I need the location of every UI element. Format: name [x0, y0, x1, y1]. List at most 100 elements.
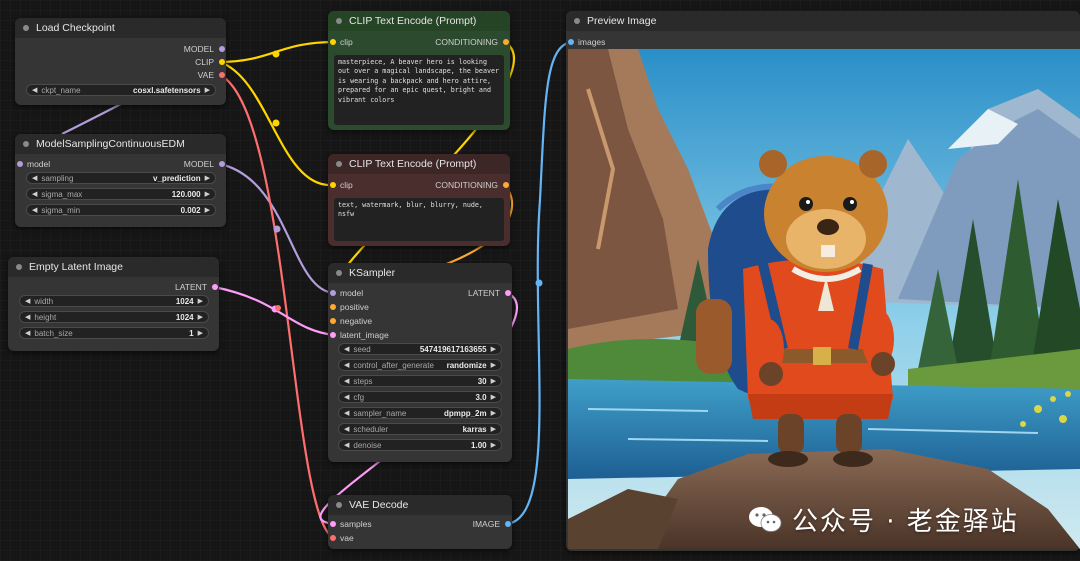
node-title-bar[interactable]: KSampler: [328, 263, 512, 283]
arrow-right-icon[interactable]: ▶: [205, 190, 210, 198]
arrow-right-icon[interactable]: ▶: [198, 297, 203, 305]
node-model-sampling[interactable]: ModelSamplingContinuousEDM model MODEL ◀…: [15, 134, 226, 227]
output-latent[interactable]: LATENT: [468, 287, 512, 299]
input-pin-icon[interactable]: [17, 161, 23, 167]
arrow-right-icon[interactable]: ▶: [491, 377, 496, 385]
output-pin-icon[interactable]: [219, 161, 225, 167]
negative-prompt-textarea[interactable]: text, watermark, blur, blurry, nude, nsf…: [334, 198, 504, 241]
node-vae-decode[interactable]: VAE Decode samples IMAGE vae: [328, 495, 512, 549]
scheduler-select[interactable]: ◀ scheduler karras ▶: [338, 423, 502, 435]
node-title-bar[interactable]: CLIP Text Encode (Prompt): [328, 11, 510, 31]
node-clip-text-encode-negative[interactable]: CLIP Text Encode (Prompt) clip CONDITION…: [328, 154, 510, 246]
sigma-max-field[interactable]: ◀ sigma_max 120.000 ▶: [26, 188, 216, 200]
arrow-right-icon[interactable]: ▶: [491, 409, 496, 417]
input-pin-icon[interactable]: [330, 332, 336, 338]
node-empty-latent-image[interactable]: Empty Latent Image LATENT ◀ width 1024 ▶…: [8, 257, 219, 351]
input-clip[interactable]: clip: [328, 36, 353, 48]
arrow-right-icon[interactable]: ▶: [491, 425, 496, 433]
sampler-name-select[interactable]: ◀ sampler_name dpmpp_2m ▶: [338, 407, 502, 419]
arrow-right-icon[interactable]: ▶: [491, 393, 496, 401]
input-pin-icon[interactable]: [330, 39, 336, 45]
arrow-right-icon[interactable]: ▶: [491, 345, 496, 353]
control-after-generate-select[interactable]: ◀ control_after_generate randomize ▶: [338, 359, 502, 371]
node-load-checkpoint[interactable]: Load Checkpoint MODEL CLIP VAE ◀ ckpt_na…: [15, 18, 226, 105]
widget-label: height: [34, 312, 57, 322]
output-pin-icon[interactable]: [219, 72, 225, 78]
input-pin-icon[interactable]: [330, 318, 336, 324]
output-pin-icon[interactable]: [505, 521, 511, 527]
output-vae[interactable]: VAE: [198, 69, 226, 81]
ckpt-name-select[interactable]: ◀ ckpt_name cosxl.safetensors ▶: [26, 84, 216, 96]
arrow-right-icon[interactable]: ▶: [491, 361, 496, 369]
output-latent[interactable]: LATENT: [175, 281, 219, 293]
collapse-dot-icon[interactable]: [574, 18, 580, 24]
widget-label: sigma_max: [41, 189, 83, 199]
prompt-textarea[interactable]: masterpiece, A beaver hero is looking ou…: [334, 55, 504, 125]
widget-value: 120.000: [171, 189, 201, 199]
collapse-dot-icon[interactable]: [336, 502, 342, 508]
widget-label: denoise: [353, 440, 382, 450]
arrow-right-icon[interactable]: ▶: [198, 313, 203, 321]
output-conditioning[interactable]: CONDITIONING: [435, 179, 510, 191]
output-clip[interactable]: CLIP: [195, 56, 226, 68]
node-title-bar[interactable]: Empty Latent Image: [8, 257, 219, 277]
collapse-dot-icon[interactable]: [23, 25, 29, 31]
collapse-dot-icon[interactable]: [336, 161, 342, 167]
input-vae[interactable]: vae: [328, 532, 354, 544]
input-pin-icon[interactable]: [330, 535, 336, 541]
width-field[interactable]: ◀ width 1024 ▶: [19, 295, 209, 307]
sigma-min-field[interactable]: ◀ sigma_min 0.002 ▶: [26, 204, 216, 216]
steps-field[interactable]: ◀ steps 30 ▶: [338, 375, 502, 387]
arrow-right-icon[interactable]: ▶: [205, 174, 210, 182]
output-pin-icon[interactable]: [219, 59, 225, 65]
input-pin-icon[interactable]: [330, 182, 336, 188]
input-clip[interactable]: clip: [328, 179, 353, 191]
input-pin-icon[interactable]: [330, 290, 336, 296]
arrow-right-icon[interactable]: ▶: [198, 329, 203, 337]
output-pin-icon[interactable]: [212, 284, 218, 290]
node-title-bar[interactable]: ModelSamplingContinuousEDM: [15, 134, 226, 154]
input-images[interactable]: images: [566, 36, 605, 48]
output-pin-icon[interactable]: [503, 182, 509, 188]
arrow-right-icon[interactable]: ▶: [205, 206, 210, 214]
node-ksampler[interactable]: KSampler model LATENT positive negative …: [328, 263, 512, 462]
collapse-dot-icon[interactable]: [336, 18, 342, 24]
cfg-field[interactable]: ◀ cfg 3.0 ▶: [338, 391, 502, 403]
collapse-dot-icon[interactable]: [23, 141, 29, 147]
input-pin-icon[interactable]: [330, 304, 336, 310]
arrow-right-icon[interactable]: ▶: [205, 86, 210, 94]
node-title: CLIP Text Encode (Prompt): [349, 15, 477, 27]
output-image[interactable]: IMAGE: [473, 518, 512, 530]
arrow-right-icon[interactable]: ▶: [491, 441, 496, 449]
output-model[interactable]: MODEL: [184, 158, 226, 170]
node-title-bar[interactable]: Load Checkpoint: [15, 18, 226, 38]
output-pin-icon[interactable]: [505, 290, 511, 296]
slot-label: CLIP: [195, 57, 214, 67]
sampling-select[interactable]: ◀ sampling v_prediction ▶: [26, 172, 216, 184]
node-clip-text-encode-positive[interactable]: CLIP Text Encode (Prompt) clip CONDITION…: [328, 11, 510, 130]
output-pin-icon[interactable]: [503, 39, 509, 45]
input-pin-icon[interactable]: [330, 521, 336, 527]
node-title-bar[interactable]: Preview Image: [566, 11, 1080, 31]
node-preview-image[interactable]: Preview Image images 公众号 · 老金驿站: [566, 11, 1080, 551]
input-positive[interactable]: positive: [328, 301, 369, 313]
input-pin-icon[interactable]: [568, 39, 574, 45]
preview-image[interactable]: [568, 49, 1080, 549]
collapse-dot-icon[interactable]: [16, 264, 22, 270]
input-latent-image[interactable]: latent_image: [328, 329, 389, 341]
batch-size-field[interactable]: ◀ batch_size 1 ▶: [19, 327, 209, 339]
input-samples[interactable]: samples: [328, 518, 372, 530]
output-model[interactable]: MODEL: [184, 43, 226, 55]
node-title-bar[interactable]: VAE Decode: [328, 495, 512, 515]
input-model[interactable]: model: [328, 287, 363, 299]
collapse-dot-icon[interactable]: [336, 270, 342, 276]
denoise-field[interactable]: ◀ denoise 1.00 ▶: [338, 439, 502, 451]
seed-field[interactable]: ◀ seed 547419617163655 ▶: [338, 343, 502, 355]
output-conditioning[interactable]: CONDITIONING: [435, 36, 510, 48]
node-title: Preview Image: [587, 15, 657, 27]
input-model[interactable]: model: [15, 158, 50, 170]
input-negative[interactable]: negative: [328, 315, 372, 327]
output-pin-icon[interactable]: [219, 46, 225, 52]
height-field[interactable]: ◀ height 1024 ▶: [19, 311, 209, 323]
node-title-bar[interactable]: CLIP Text Encode (Prompt): [328, 154, 510, 174]
